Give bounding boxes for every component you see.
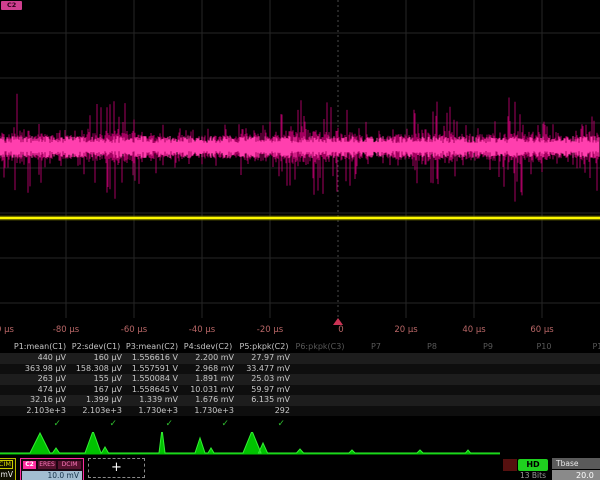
add-trace-button[interactable]: + <box>88 458 145 478</box>
oscilloscope-screen: C2 -100 µs -80 µs -60 µs -40 µs -20 µs 0 20 µs… <box>0 0 600 480</box>
meas-column-header[interactable]: P10 <box>516 342 572 353</box>
meas-column-header[interactable]: P9 <box>460 342 516 353</box>
c2-dcim-badge: DCIM <box>58 461 81 469</box>
meas-value-cell: 160 µV <box>68 353 124 364</box>
c1-volts-per-div: 10.0 mV <box>0 470 13 479</box>
timebase-title: Tbase <box>552 458 600 469</box>
c2-eres-badge: ERES <box>38 461 56 469</box>
time-axis-label: 0 <box>338 325 343 335</box>
channel-c1-descriptor-box[interactable]: DCIM 10.0 mV <box>0 458 16 480</box>
time-axis-label: -100 µs <box>0 325 14 335</box>
meas-column-header[interactable]: P1:mean(C1) <box>12 342 68 353</box>
c2-channel-badge: C2 <box>23 461 36 469</box>
meas-value-cell: 33.477 mV <box>236 364 292 375</box>
time-axis-label: -20 µs <box>257 325 283 335</box>
meas-column-header[interactable]: P6:pkpk(C3) <box>292 342 348 353</box>
descriptor-bar: DCIM 10.0 mV C2 ERES DCIM 10.0 mV + HD 1… <box>0 458 600 480</box>
meas-value-cell: 2.200 mV <box>180 353 236 364</box>
status-check-icon: ✓ <box>236 418 292 430</box>
time-axis-label: -60 µs <box>121 325 147 335</box>
meas-value-cell: 292 <box>236 406 292 417</box>
meas-value-cell: 474 µV <box>12 385 68 396</box>
time-axis-label: -80 µs <box>53 325 79 335</box>
timebase-value-row: 20.0 <box>552 470 600 480</box>
hd-bits-label: 13 Bits <box>510 471 556 480</box>
waveform-svg <box>0 0 600 318</box>
meas-value-cell: 167 µV <box>68 385 124 396</box>
c2-volts-per-div: 10.0 mV <box>22 471 82 480</box>
meas-value-cell: 6.135 mV <box>236 395 292 406</box>
status-check-icon: ✓ <box>124 418 180 430</box>
meas-value-cell: 1.730e+3 <box>124 406 180 417</box>
clipped-badge <box>503 459 517 471</box>
status-check-icon: ✓ <box>12 418 68 430</box>
meas-value-cell: 1.550084 V <box>124 374 180 385</box>
meas-value-cell: 1.339 mV <box>124 395 180 406</box>
channel-c2-descriptor-box[interactable]: C2 ERES DCIM 10.0 mV <box>20 458 84 480</box>
status-check-icon: ✓ <box>180 418 236 430</box>
meas-column-header[interactable]: P11 <box>572 342 600 353</box>
meas-value-cell: 2.103e+3 <box>68 406 124 417</box>
trigger-position-marker-icon[interactable] <box>333 318 343 325</box>
meas-column-header[interactable]: P2:sdev(C1) <box>68 342 124 353</box>
meas-value-cell: 2.103e+3 <box>12 406 68 417</box>
meas-value-cell: 263 µV <box>12 374 68 385</box>
meas-value-cell: 1.399 µV <box>68 395 124 406</box>
trace-label-chip[interactable]: C2 <box>1 1 22 10</box>
meas-value-cell: 1.558645 V <box>124 385 180 396</box>
meas-column-header[interactable]: P4:sdev(C2) <box>180 342 236 353</box>
measurement-table: P1:mean(C1)440 µV363.98 µV263 µV474 µV32… <box>0 340 600 432</box>
meas-value-cell: 1.557591 V <box>124 364 180 375</box>
status-check-icon: ✓ <box>68 418 124 430</box>
meas-value-cell: 363.98 µV <box>12 364 68 375</box>
meas-value-cell: 2.968 mV <box>180 364 236 375</box>
timebase-per-div: 20.0 <box>576 470 594 480</box>
meas-column-header[interactable]: P5:pkpk(C2) <box>236 342 292 353</box>
meas-value-cell: 1.730e+3 <box>180 406 236 417</box>
hd-mode-button[interactable]: HD <box>518 459 548 471</box>
time-axis-label: 60 µs <box>530 325 553 335</box>
time-axis-label: -40 µs <box>189 325 215 335</box>
meas-value-cell: 1.891 mV <box>180 374 236 385</box>
meas-value-cell: 10.031 mV <box>180 385 236 396</box>
meas-value-cell: 440 µV <box>12 353 68 364</box>
c1-dcim-badge: DCIM <box>0 460 13 469</box>
meas-value-cell: 27.97 mV <box>236 353 292 364</box>
meas-column-header[interactable]: P3:mean(C2) <box>124 342 180 353</box>
meas-value-cell: 32.16 µV <box>12 395 68 406</box>
meas-value-cell: 59.97 mV <box>236 385 292 396</box>
meas-value-cell: 1.676 mV <box>180 395 236 406</box>
waveform-grid: C2 <box>0 0 600 318</box>
meas-value-cell: 158.308 µV <box>68 364 124 375</box>
time-axis-label: 40 µs <box>462 325 485 335</box>
meas-value-cell: 1.556616 V <box>124 353 180 364</box>
meas-column-header[interactable]: P8 <box>404 342 460 353</box>
meas-value-cell: 25.03 mV <box>236 374 292 385</box>
time-axis-label: 20 µs <box>394 325 417 335</box>
meas-value-cell: 155 µV <box>68 374 124 385</box>
measurement-histicons <box>0 432 600 458</box>
timebase-descriptor-box[interactable]: Tbase 20.0 <box>552 458 600 480</box>
histicon-svg <box>0 432 600 458</box>
time-axis: -100 µs -80 µs -60 µs -40 µs -20 µs 0 20 µs 40 … <box>0 318 600 340</box>
meas-column-header[interactable]: P7 <box>348 342 404 353</box>
